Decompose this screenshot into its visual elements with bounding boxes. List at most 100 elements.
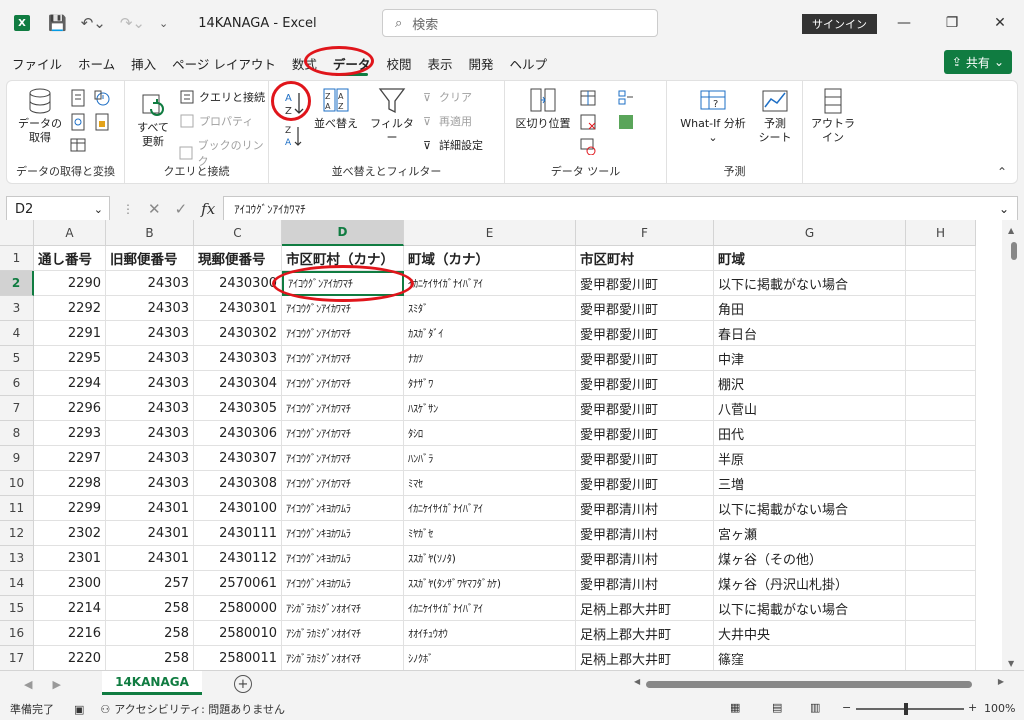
cell-c12[interactable]: 2430111: [194, 521, 282, 546]
formula-input[interactable]: ｱｲｺｳｸﾞﾝｱｲｶﾜﾏﾁ ⌄: [223, 196, 1018, 222]
cell-g11[interactable]: 以下に掲載がない場合: [714, 496, 906, 521]
remove-duplicates-icon[interactable]: [579, 113, 597, 131]
scroll-up-icon[interactable]: ▲: [1008, 226, 1014, 235]
row-header-17[interactable]: 17: [0, 646, 34, 671]
cell-b15[interactable]: 258: [106, 596, 194, 621]
tab-home[interactable]: ホーム: [70, 48, 123, 78]
cell-e1[interactable]: 町域（カナ）: [404, 246, 576, 271]
tab-view[interactable]: 表示: [419, 48, 460, 78]
scroll-left-icon[interactable]: ◀: [634, 677, 640, 686]
cell-e12[interactable]: ﾐﾔｶﾞｾ: [404, 521, 576, 546]
relationships-icon[interactable]: [617, 113, 635, 131]
cell-h9[interactable]: [906, 446, 976, 471]
horizontal-scrollbar[interactable]: ◀ ▶: [634, 677, 1004, 689]
cell-d13[interactable]: ｱｲｺｳｸﾞﾝｷﾖｶﾜﾑﾗ: [282, 546, 404, 571]
recent-sources-icon[interactable]: [93, 89, 111, 107]
consolidate-icon[interactable]: [617, 89, 635, 107]
get-data-button[interactable]: データの 取得: [15, 87, 65, 145]
cell-d16[interactable]: ｱｼｶﾞﾗｶﾐｸﾞﾝｵｵｲﾏﾁ: [282, 621, 404, 646]
column-header-c[interactable]: C: [194, 220, 282, 246]
enter-icon[interactable]: ✓: [175, 200, 188, 218]
cell-g15[interactable]: 以下に掲載がない場合: [714, 596, 906, 621]
cell-e8[interactable]: ﾀｼﾛ: [404, 421, 576, 446]
cell-d4[interactable]: ｱｲｺｳｸﾞﾝｱｲｶﾜﾏﾁ: [282, 321, 404, 346]
row-header-4[interactable]: 4: [0, 321, 34, 346]
cell-a16[interactable]: 2216: [34, 621, 106, 646]
cell-g17[interactable]: 篠窪: [714, 646, 906, 671]
cell-c16[interactable]: 2580010: [194, 621, 282, 646]
expand-formula-icon[interactable]: ⌄: [999, 202, 1009, 216]
cell-c5[interactable]: 2430303: [194, 346, 282, 371]
cell-b2[interactable]: 24303: [106, 271, 194, 296]
macro-icon[interactable]: ▣: [74, 703, 84, 716]
cell-b14[interactable]: 257: [106, 571, 194, 596]
row-header-8[interactable]: 8: [0, 421, 34, 446]
cell-f6[interactable]: 愛甲郡愛川町: [576, 371, 714, 396]
page-break-view-icon[interactable]: ▥: [810, 701, 820, 714]
cell-f5[interactable]: 愛甲郡愛川町: [576, 346, 714, 371]
cell-f17[interactable]: 足柄上郡大井町: [576, 646, 714, 671]
cell-b3[interactable]: 24303: [106, 296, 194, 321]
cell-g12[interactable]: 宮ヶ瀬: [714, 521, 906, 546]
cell-c7[interactable]: 2430305: [194, 396, 282, 421]
cell-f1[interactable]: 市区町村: [576, 246, 714, 271]
cell-h7[interactable]: [906, 396, 976, 421]
tab-formulas[interactable]: 数式: [284, 48, 325, 78]
refresh-all-button[interactable]: すべて 更新: [131, 91, 175, 149]
undo-icon[interactable]: ↶⌄: [81, 14, 106, 32]
column-header-b[interactable]: B: [106, 220, 194, 246]
row-header-3[interactable]: 3: [0, 296, 34, 321]
prev-sheet-icon[interactable]: ◀: [24, 678, 32, 691]
sort-z-a-icon[interactable]: ZA: [283, 123, 305, 149]
cell-b8[interactable]: 24303: [106, 421, 194, 446]
cell-e7[interactable]: ﾊｽｹﾞｻﾝ: [404, 396, 576, 421]
cell-h14[interactable]: [906, 571, 976, 596]
cell-f11[interactable]: 愛甲郡清川村: [576, 496, 714, 521]
cell-b13[interactable]: 24301: [106, 546, 194, 571]
minimize-icon[interactable]: —: [880, 0, 928, 46]
tab-insert[interactable]: 挿入: [123, 48, 164, 78]
data-validation-icon[interactable]: [579, 137, 597, 155]
cell-a6[interactable]: 2294: [34, 371, 106, 396]
cell-e2[interactable]: ｲｶﾆｹｲｻｲｶﾞﾅｲﾊﾞｱｲ: [404, 271, 576, 296]
scroll-down-icon[interactable]: ▼: [1008, 659, 1014, 668]
cell-a5[interactable]: 2295: [34, 346, 106, 371]
cell-c10[interactable]: 2430308: [194, 471, 282, 496]
cell-d10[interactable]: ｱｲｺｳｸﾞﾝｱｲｶﾜﾏﾁ: [282, 471, 404, 496]
cell-e5[interactable]: ﾅｶﾂ: [404, 346, 576, 371]
zoom-slider[interactable]: [856, 703, 964, 715]
row-header-5[interactable]: 5: [0, 346, 34, 371]
properties-button[interactable]: プロパティ: [179, 113, 253, 129]
cell-e17[interactable]: ｼﾉｸﾎﾞ: [404, 646, 576, 671]
cell-a1[interactable]: 通し番号: [34, 246, 106, 271]
next-sheet-icon[interactable]: ▶: [52, 678, 60, 691]
cell-f8[interactable]: 愛甲郡愛川町: [576, 421, 714, 446]
cell-e13[interactable]: ｽｽｶﾞﾔ(ｿﾉﾀ): [404, 546, 576, 571]
cell-f3[interactable]: 愛甲郡愛川町: [576, 296, 714, 321]
cell-g6[interactable]: 棚沢: [714, 371, 906, 396]
cell-e14[interactable]: ｽｽｶﾞﾔ(ﾀﾝｻﾞﾜﾔﾏﾌﾀﾞｶｹ): [404, 571, 576, 596]
row-header-16[interactable]: 16: [0, 621, 34, 646]
cell-b1[interactable]: 旧郵便番号: [106, 246, 194, 271]
cell-d8[interactable]: ｱｲｺｳｸﾞﾝｱｲｶﾜﾏﾁ: [282, 421, 404, 446]
cell-a2[interactable]: 2290: [34, 271, 106, 296]
cell-g3[interactable]: 角田: [714, 296, 906, 321]
tab-help[interactable]: ヘルプ: [501, 48, 555, 78]
cell-c1[interactable]: 現郵便番号: [194, 246, 282, 271]
column-header-f[interactable]: F: [576, 220, 714, 246]
cell-g2[interactable]: 以下に掲載がない場合: [714, 271, 906, 296]
cell-h13[interactable]: [906, 546, 976, 571]
cell-h17[interactable]: [906, 646, 976, 671]
cell-b4[interactable]: 24303: [106, 321, 194, 346]
what-if-button[interactable]: ? What-If 分析 ⌄: [673, 87, 753, 145]
cell-d7[interactable]: ｱｲｺｳｸﾞﾝｱｲｶﾜﾏﾁ: [282, 396, 404, 421]
cell-e15[interactable]: ｲｶﾆｹｲｻｲｶﾞﾅｲﾊﾞｱｲ: [404, 596, 576, 621]
share-button[interactable]: ⇪ 共有 ⌄: [943, 50, 1012, 74]
cell-a10[interactable]: 2298: [34, 471, 106, 496]
name-box[interactable]: D2 ⌄: [6, 196, 110, 222]
scroll-right-icon[interactable]: ▶: [998, 677, 1004, 686]
row-header-10[interactable]: 10: [0, 471, 34, 496]
cell-g9[interactable]: 半原: [714, 446, 906, 471]
horizontal-scroll-thumb[interactable]: [646, 681, 972, 688]
text-to-columns-button[interactable]: 区切り位置: [511, 87, 575, 131]
